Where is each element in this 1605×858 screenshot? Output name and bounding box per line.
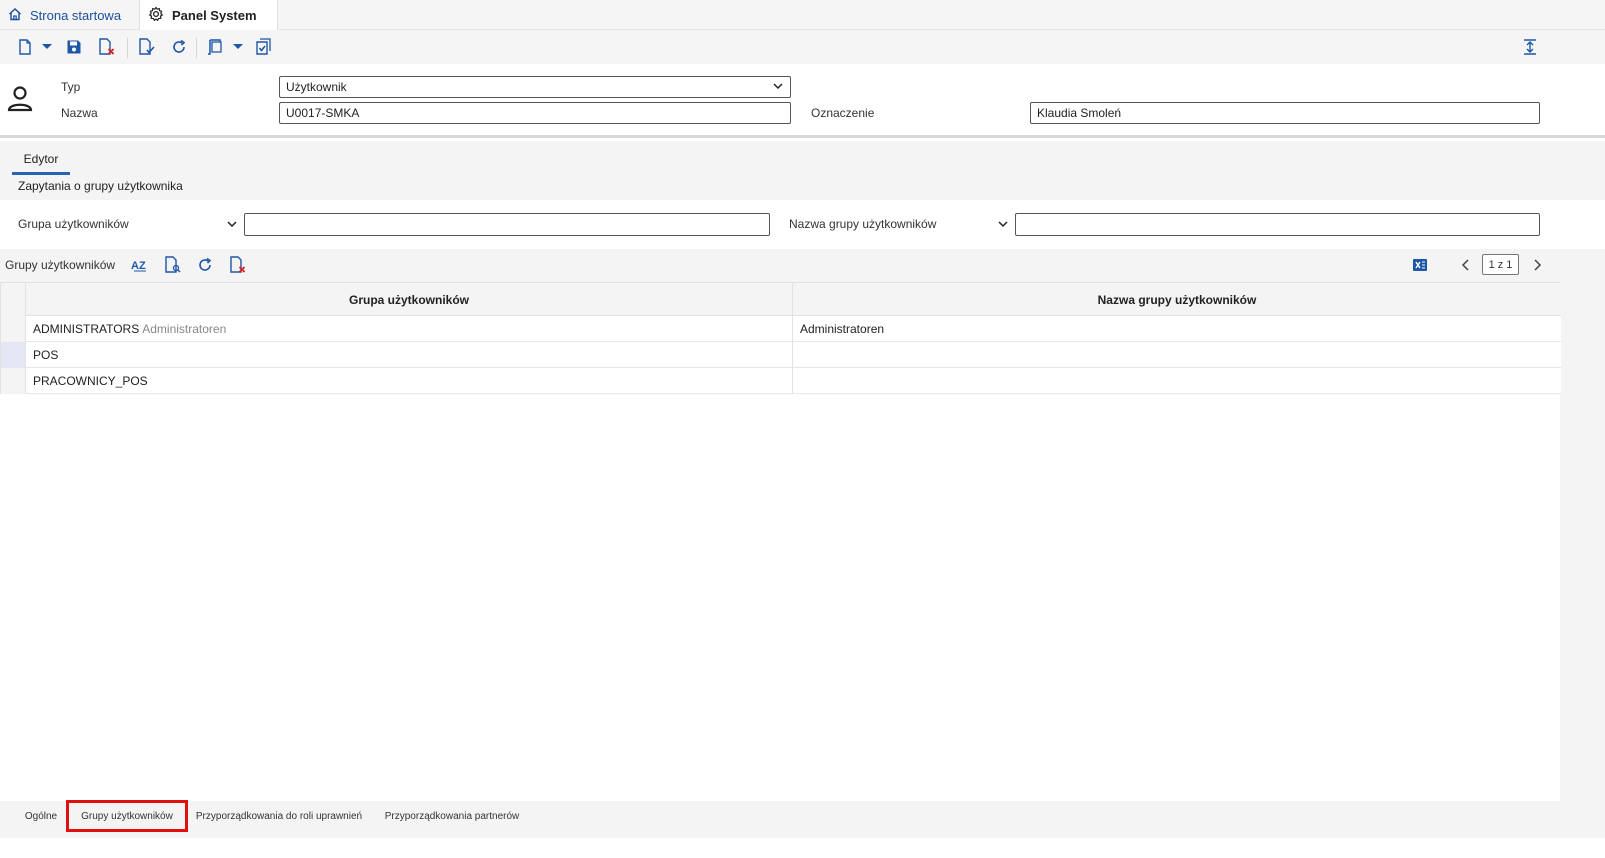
tab-editor[interactable]: Edytor — [12, 145, 70, 175]
user-groups-table: Grupa użytkowników Nazwa grupy użytkowni… — [0, 282, 1561, 395]
excel-export-icon[interactable] — [1410, 255, 1430, 275]
main-toolbar — [0, 30, 1605, 64]
group-query-input[interactable] — [244, 213, 770, 236]
column-header-group[interactable]: Grupa użytkowników — [26, 283, 792, 316]
column-header-group-name[interactable]: Nazwa grupy użytkowników — [793, 283, 1561, 316]
chevron-right-icon[interactable] — [1527, 255, 1547, 275]
column-divider — [792, 283, 793, 395]
tab-user-groups[interactable]: Grupy użytkowników — [66, 800, 188, 832]
table-header: Grupa użytkowników Nazwa grupy użytkowni… — [1, 283, 1561, 316]
toolbar-divider — [127, 38, 128, 58]
row-selector-header[interactable] — [1, 283, 26, 316]
name-field[interactable]: U0017-SMKA — [279, 102, 791, 124]
top-tab-bar: Strona startowa Panel System — [0, 0, 1605, 31]
gear-icon — [148, 6, 172, 25]
chevron-down-icon — [772, 80, 784, 95]
group-hint: Administratoren — [142, 322, 227, 336]
table-row[interactable]: ADMINISTRATORS Administratoren Administr… — [1, 316, 1561, 342]
object-header: Typ Użytkownik Nazwa U0017-SMKA Oznaczen… — [0, 64, 1605, 138]
query-row: Grupa użytkowników Nazwa grupy użytkowni… — [0, 200, 1605, 249]
group-code: ADMINISTRATORS — [33, 322, 140, 336]
validate-document-icon[interactable] — [137, 37, 157, 57]
chevron-down-icon[interactable] — [232, 40, 244, 54]
tab-home-label: Strona startowa — [30, 7, 122, 23]
tab-partner-assignments[interactable]: Przyporządkowania partnerów — [378, 801, 526, 832]
designation-label: Oznaczenie — [811, 106, 875, 120]
tab-role-assignments[interactable]: Przyporządkowania do roli uprawnień — [192, 801, 366, 832]
delete-document-icon[interactable] — [228, 255, 248, 275]
grid-toolbar: Grupy użytkowników AZ 1 z 1 — [0, 249, 1605, 281]
tab-general[interactable]: Ogólne — [18, 801, 64, 832]
designation-field[interactable]: Klaudia Smoleń — [1030, 102, 1540, 124]
collapse-header-icon[interactable] — [1520, 37, 1540, 57]
tab-panel-system[interactable]: Panel System — [139, 0, 278, 31]
name-label: Nazwa — [61, 106, 98, 120]
user-icon — [6, 84, 34, 117]
toolbar-divider — [196, 38, 197, 58]
approve-document-icon[interactable] — [254, 37, 274, 57]
row-selector[interactable] — [1, 316, 26, 342]
tab-panel-system-label: Panel System — [172, 8, 257, 23]
row-selector[interactable] — [1, 368, 26, 394]
bottom-tab-bar: Ogólne Grupy użytkowników Przyporządkowa… — [0, 800, 1605, 838]
chevron-down-icon[interactable] — [226, 218, 238, 233]
refresh-icon[interactable] — [169, 37, 189, 57]
home-icon — [8, 7, 30, 24]
grid-title: Grupy użytkowników — [5, 258, 116, 272]
type-select[interactable]: Użytkownik — [279, 76, 791, 98]
sort-icon[interactable]: AZ — [130, 255, 150, 275]
tab-home[interactable]: Strona startowa — [0, 0, 139, 30]
query-field1-label: Grupa użytkowników — [18, 217, 129, 231]
save-icon[interactable] — [64, 37, 84, 57]
group-cell: PRACOWNICY_POS — [33, 368, 148, 394]
type-select-value: Użytkownik — [286, 80, 347, 94]
svg-text:AZ: AZ — [131, 260, 146, 272]
query-title: Zapytania o grupy użytkownika — [18, 179, 183, 193]
type-label: Typ — [61, 80, 81, 94]
new-document-icon[interactable] — [15, 37, 35, 57]
editor-panel: Edytor Zapytania o grupy użytkownika Gru… — [0, 141, 1605, 801]
table-row[interactable]: POS — [1, 342, 1561, 368]
search-document-icon[interactable] — [163, 255, 183, 275]
chevron-left-icon[interactable] — [1456, 255, 1476, 275]
table-empty-area — [0, 394, 1560, 801]
group-cell: ADMINISTRATORS Administratoren — [33, 316, 226, 342]
chevron-down-icon[interactable] — [41, 40, 53, 54]
chevron-down-icon[interactable] — [997, 218, 1009, 233]
bottom-strip — [0, 838, 1605, 858]
refresh-icon[interactable] — [195, 255, 215, 275]
group-code: PRACOWNICY_POS — [33, 374, 148, 388]
page-indicator: 1 z 1 — [1482, 254, 1519, 275]
designation-field-value: Klaudia Smoleń — [1037, 106, 1122, 120]
delete-document-icon[interactable] — [97, 37, 117, 57]
group-code: POS — [33, 348, 59, 362]
row-selector[interactable] — [1, 342, 26, 368]
query-field2-label: Nazwa grupy użytkowników — [789, 217, 937, 231]
group-cell: POS — [33, 342, 58, 368]
table-row[interactable]: PRACOWNICY_POS — [1, 368, 1561, 394]
print-icon[interactable] — [205, 37, 225, 57]
name-field-value: U0017-SMKA — [286, 106, 360, 120]
group-name-query-input[interactable] — [1015, 213, 1540, 236]
group-name-cell: Administratoren — [800, 322, 885, 336]
